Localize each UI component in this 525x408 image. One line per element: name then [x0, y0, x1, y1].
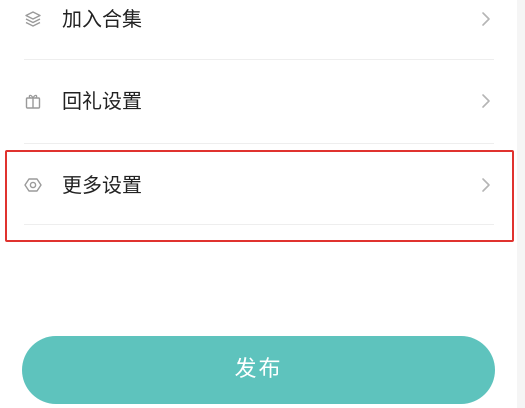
divider: [24, 59, 494, 60]
chevron-right-icon: [481, 93, 491, 109]
add-to-collection-row[interactable]: 加入合集: [0, 0, 515, 80]
publish-button[interactable]: 发布: [22, 336, 495, 404]
chevron-right-icon: [481, 11, 491, 27]
divider: [24, 143, 494, 144]
gift-settings-label: 回礼设置: [62, 89, 142, 113]
gift-icon: [24, 92, 42, 110]
layers-icon: [24, 10, 42, 28]
gift-settings-row[interactable]: 回礼设置: [0, 80, 515, 160]
highlight-box: [5, 150, 514, 242]
add-to-collection-label: 加入合集: [62, 7, 142, 31]
scrollbar-track: [517, 0, 525, 408]
publish-settings-page: 加入合集 回礼设置 更多设置 发布: [0, 0, 525, 408]
